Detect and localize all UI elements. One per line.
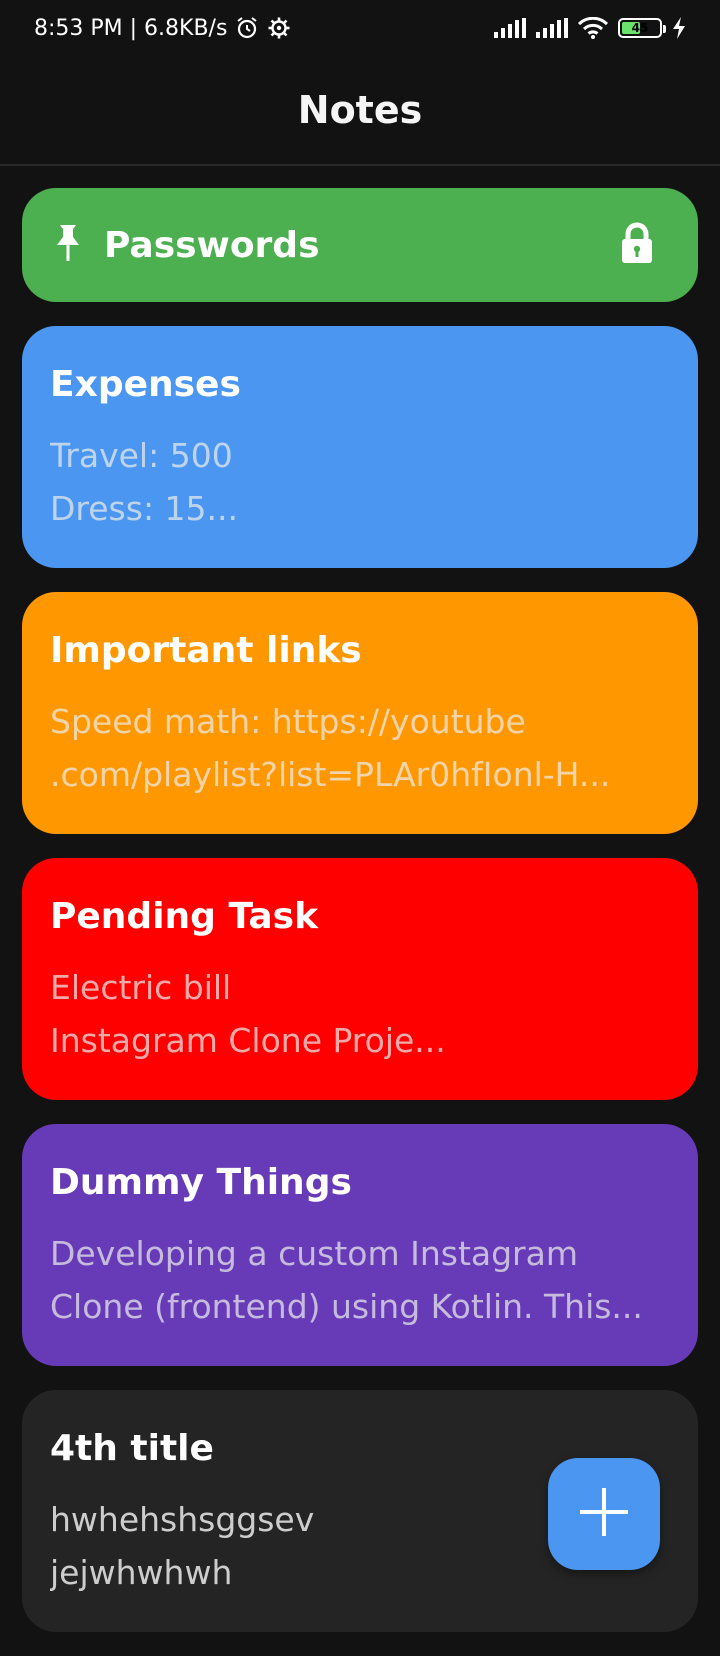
page-title: Notes <box>297 88 423 132</box>
wifi-icon <box>578 17 608 39</box>
battery-level: 45 <box>631 21 649 35</box>
note-title: Expenses <box>50 364 241 405</box>
status-bar: 8:53 PM | 6.8KB/s 45 <box>0 0 720 56</box>
note-card[interactable]: Expenses Travel: 500 Dress: 15... <box>22 326 698 568</box>
lock-icon <box>620 222 654 268</box>
settings-icon <box>267 16 291 40</box>
status-left: 8:53 PM | 6.8KB/s <box>34 16 291 41</box>
status-right: 45 <box>494 17 686 39</box>
signal-icon <box>494 18 526 38</box>
alarm-icon <box>235 16 259 40</box>
pin-icon <box>54 223 82 267</box>
add-note-button[interactable] <box>548 1458 660 1570</box>
note-preview: Travel: 500 Dress: 15... <box>50 436 239 528</box>
note-title: Dummy Things <box>50 1162 352 1203</box>
note-preview: Electric bill Instagram Clone Proje... <box>50 968 446 1060</box>
status-time-speed: 8:53 PM | 6.8KB/s <box>34 15 228 41</box>
plus-icon <box>578 1486 630 1542</box>
pinned-note-title: Passwords <box>104 224 320 266</box>
battery-icon: 45 <box>618 18 666 38</box>
app-bar: Notes <box>0 56 720 166</box>
note-card[interactable]: Dummy Things Developing a custom Instagr… <box>22 1124 698 1366</box>
note-preview: Developing a custom Instagram Clone (fro… <box>50 1234 643 1326</box>
pinned-note-passwords[interactable]: Passwords <box>22 188 698 302</box>
charging-icon <box>672 17 686 39</box>
note-preview: Speed math: https://youtube .com/playlis… <box>50 702 611 794</box>
note-card[interactable]: Important links Speed math: https://yout… <box>22 592 698 834</box>
note-card[interactable]: Pending Task Electric bill Instagram Clo… <box>22 858 698 1100</box>
signal-icon <box>536 18 568 38</box>
note-title: Pending Task <box>50 896 319 937</box>
notes-list: Passwords Expenses Travel: 500 Dress: 15… <box>22 188 698 1656</box>
note-title: Important links <box>50 630 362 671</box>
